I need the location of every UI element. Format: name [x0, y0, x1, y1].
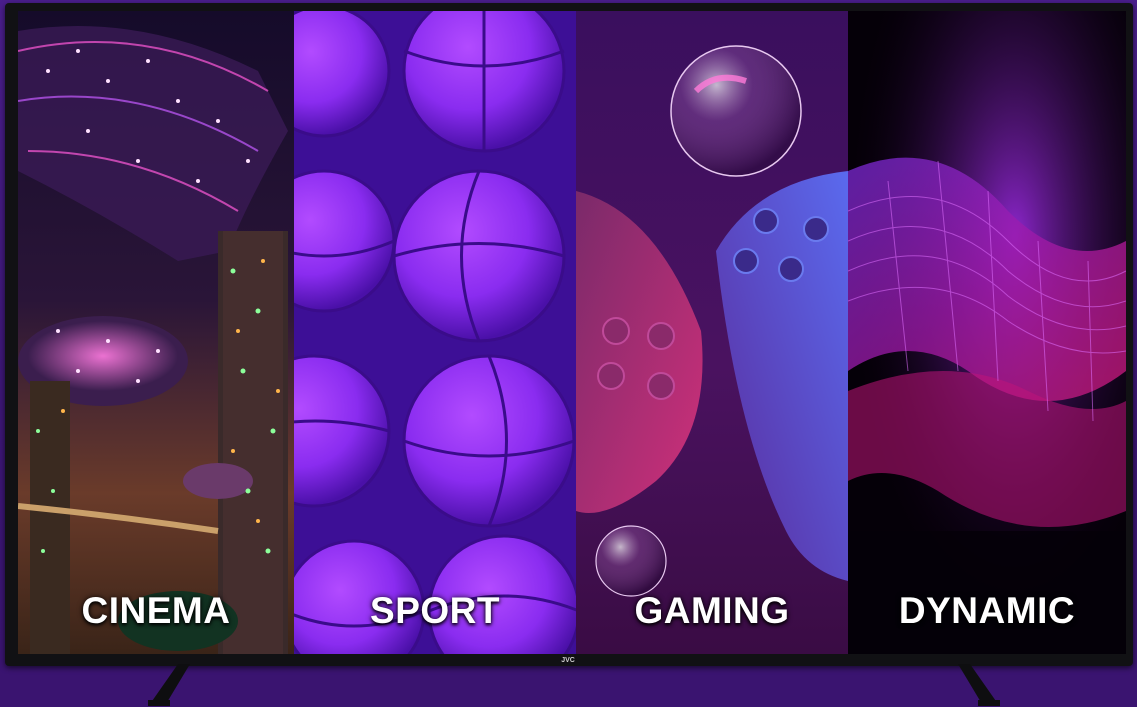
gaming-controllers-image: [576, 45, 848, 597]
sport-basketballs-image: [294, 11, 576, 654]
mode-label-cinema: CINEMA: [81, 590, 231, 631]
tv-brand-logo: JVC: [561, 657, 575, 664]
mode-panel-sport: SPORT: [294, 11, 576, 654]
tv-stand-left: [148, 664, 190, 706]
mode-panel-dynamic: DYNAMIC: [848, 11, 1126, 654]
dynamic-wave-image: [848, 11, 1126, 654]
mode-label-dynamic: DYNAMIC: [898, 590, 1076, 631]
mode-panel-gaming: GAMING: [576, 11, 848, 654]
cinema-supertree-image: [18, 26, 288, 654]
mode-panel-cinema: CINEMA: [18, 11, 294, 654]
mode-label-sport: SPORT: [370, 590, 500, 631]
tv-frame: CINEMA SPORT GAMING DYNAMIC: [5, 3, 1133, 666]
mode-label-gaming: GAMING: [634, 590, 790, 631]
tv-stand-right: [958, 664, 1000, 706]
tv-screen: CINEMA SPORT GAMING DYNAMIC: [18, 11, 1126, 654]
